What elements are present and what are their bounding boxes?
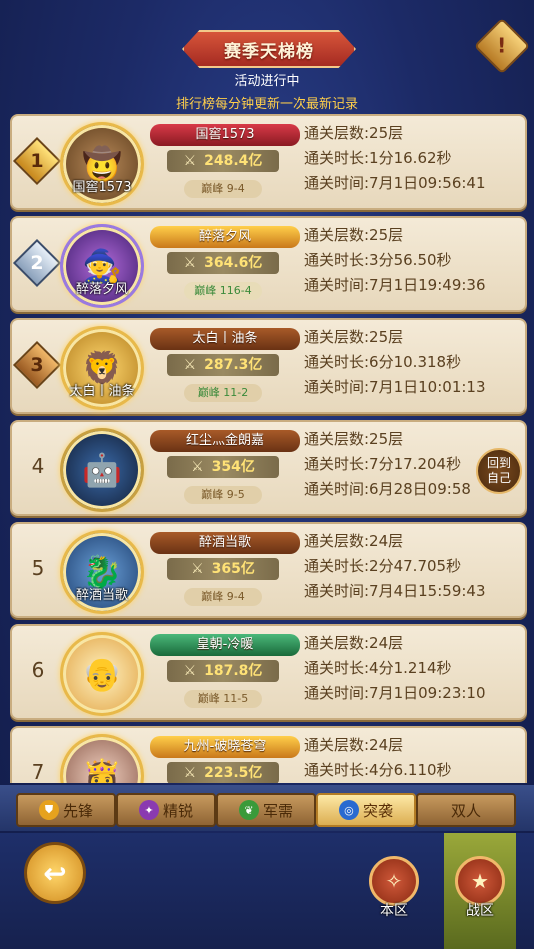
clear-time: 通关时间:7月1日09:56:41 (304, 174, 486, 192)
ranking-row[interactable]: 3 🦁 太白丨油条 太白丨油条 ⚔ 287.3亿 巅峰 11-2 通关层数:25层… (10, 318, 527, 414)
power-value: ⚔ 187.8亿 (167, 660, 279, 682)
nav-war-zone[interactable]: ★ 战区 (450, 856, 510, 919)
ranking-row[interactable]: 2 🧙 醉落夕风 醉落夕风 ⚔ 364.6亿 巅峰 116-4 通关层数:25层 … (10, 216, 527, 312)
avatar[interactable]: 🤖 (60, 428, 144, 512)
avatar[interactable]: 👴 (60, 632, 144, 716)
clear-stats: 通关层数:25层 通关时长:1分16.62秒 通关时间:7月1日09:56:41 (304, 121, 486, 196)
avatar-name: 醉落夕风 (75, 282, 128, 297)
power-value: ⚔ 287.3亿 (167, 354, 279, 376)
clear-stats: 通关层数:25层 通关时长:6分10.318秒 通关时间:7月1日10:01:1… (304, 325, 486, 400)
event-status: 活动进行中 (234, 74, 300, 89)
power-value: ⚔ 365亿 (167, 558, 279, 580)
peak-level: 巅峰 9-5 (184, 486, 262, 504)
tab-vanguard[interactable]: ⛊ 先锋 (16, 793, 116, 827)
clear-stats: 通关层数:24层 通关时长:2分47.705秒 通关时间:7月4日15:59:4… (304, 529, 486, 604)
rank-number: 1 (30, 150, 44, 172)
floors-cleared: 通关层数:24层 (304, 532, 404, 550)
clear-duration: 通关时长:4分1.214秒 (304, 659, 452, 677)
tab-supply[interactable]: ❦ 军需 (216, 793, 316, 827)
claw-icon: ✦ (138, 800, 159, 820)
rank-number: 2 (30, 252, 44, 274)
back-button[interactable]: ↩ (24, 842, 86, 904)
rank-number: 6 (31, 658, 45, 682)
rank-number: 7 (31, 760, 45, 783)
clear-duration: 通关时长:3分56.50秒 (304, 251, 452, 269)
power-value: ⚔ 223.5亿 (167, 762, 279, 783)
ranking-row[interactable]: 6 👴 皇朝-冷暖 ⚔ 187.8亿 巅峰 11-5 通关层数:24层 通关时长:… (10, 624, 527, 720)
swords-icon: ⚔ (183, 663, 197, 679)
swords-icon: ⚔ (183, 153, 197, 169)
power-value: ⚔ 248.4亿 (167, 150, 279, 172)
power-value: ⚔ 364.6亿 (167, 252, 279, 274)
rank-number: 3 (30, 354, 44, 376)
ranking-row[interactable]: 7 👸 九州-破晓苍穹 ⚔ 223.5亿 通关层数:24层 通关时长:4分6.11… (10, 726, 527, 783)
ranking-row[interactable]: 4 🤖 红尘灬金朗嘉 ⚔ 354亿 巅峰 9-5 通关层数:25层 通关时长:7分… (10, 420, 527, 516)
avatar-name: 太白丨油条 (69, 384, 135, 399)
player-name: 皇朝-冷暖 (150, 634, 300, 656)
clear-time: 通关时间:7月1日10:01:13 (304, 378, 486, 396)
peak-level: 巅峰 9-4 (184, 588, 262, 606)
player-name: 国窖1573 (150, 124, 300, 146)
avatar[interactable]: 👸 (60, 734, 144, 783)
floors-cleared: 通关层数:25层 (304, 328, 404, 346)
clear-duration: 通关时长:1分16.62秒 (304, 149, 452, 167)
floors-cleared: 通关层数:24层 (304, 736, 404, 754)
clear-time: 通关时间:7月1日09:23:10 (304, 684, 486, 702)
clear-time: 通关时间:7月1日19:49:36 (304, 276, 486, 294)
tab-duo[interactable]: 双人 (416, 793, 516, 827)
swords-icon: ⚔ (191, 459, 204, 475)
info-button[interactable]: ! (473, 17, 531, 75)
player-name: 醉落夕风 (150, 226, 300, 248)
shield-icon: ⛊ (38, 800, 59, 820)
tab-raid[interactable]: ◎ 突袭 (316, 793, 416, 827)
avatar-name: 国窖1573 (72, 180, 132, 195)
peak-level: 巅峰 11-2 (184, 384, 262, 402)
flame-icon: ✧ (369, 856, 419, 906)
player-name: 九州-破晓苍穹 (150, 736, 300, 758)
clear-duration: 通关时长:6分10.318秒 (304, 353, 462, 371)
clear-time: 通关时间:7月4日15:59:43 (304, 582, 486, 600)
go-to-my-rank-button[interactable]: 回到自己 (476, 448, 522, 494)
peak-level: 巅峰 116-4 (184, 282, 262, 300)
clear-stats: 通关层数:24层 通关时长:4分1.214秒 通关时间:7月1日09:23:10 (304, 631, 486, 706)
swords-icon: ⚔ (183, 357, 197, 373)
peak-level: 巅峰 9-4 (184, 180, 262, 198)
player-name: 醉酒当歌 (150, 532, 300, 554)
exclamation-icon: ! (497, 34, 507, 58)
nav-local-server[interactable]: ✧ 本区 (364, 856, 424, 919)
power-value: ⚔ 354亿 (167, 456, 279, 478)
tab-elite[interactable]: ✦ 精锐 (116, 793, 216, 827)
ranking-row[interactable]: 5 🐉 醉酒当歌 醉酒当歌 ⚔ 365亿 巅峰 9-4 通关层数:24层 通关时长… (10, 522, 527, 618)
floors-cleared: 通关层数:25层 (304, 430, 404, 448)
avatar-name: 醉酒当歌 (75, 588, 128, 603)
swirl-icon: ◎ (338, 800, 359, 820)
peak-level: 巅峰 11-5 (184, 690, 262, 708)
floors-cleared: 通关层数:25层 (304, 124, 404, 142)
swords-icon: ⚔ (183, 255, 197, 271)
player-name: 红尘灬金朗嘉 (150, 430, 300, 452)
clear-duration: 通关时长:4分6.110秒 (304, 761, 452, 779)
leaf-icon: ❦ (238, 800, 259, 820)
floors-cleared: 通关层数:25层 (304, 226, 404, 244)
category-tabbar: ⛊ 先锋 ✦ 精锐 ❦ 军需 ◎ 突袭 双人 (0, 785, 534, 831)
clear-stats: 通关层数:24层 通关时长:4分6.110秒 (304, 733, 452, 783)
rank-number: 4 (31, 454, 45, 478)
trophy-icon: ★ (455, 856, 505, 906)
rank-number: 5 (31, 556, 45, 580)
clear-duration: 通关时长:2分47.705秒 (304, 557, 462, 575)
swords-icon: ⚔ (183, 765, 197, 781)
clear-stats: 通关层数:25层 通关时长:3分56.50秒 通关时间:7月1日19:49:36 (304, 223, 486, 298)
clear-time: 通关时间:6月28日09:58 (304, 480, 471, 498)
clear-duration: 通关时长:7分17.204秒 (304, 455, 462, 473)
player-name: 太白丨油条 (150, 328, 300, 350)
swords-icon: ⚔ (191, 561, 204, 577)
floors-cleared: 通关层数:24层 (304, 634, 404, 652)
ranking-list[interactable]: 1 🤠 国窖1573 国窖1573 ⚔ 248.4亿 巅峰 9-4 通关层数:25… (0, 108, 534, 783)
clear-stats: 通关层数:25层 通关时长:7分17.204秒 通关时间:6月28日09:58 (304, 427, 471, 502)
ranking-row[interactable]: 1 🤠 国窖1573 国窖1573 ⚔ 248.4亿 巅峰 9-4 通关层数:25… (10, 114, 527, 210)
back-arrow-icon: ↩ (43, 856, 67, 890)
page-title: 赛季天梯榜 (182, 30, 356, 68)
